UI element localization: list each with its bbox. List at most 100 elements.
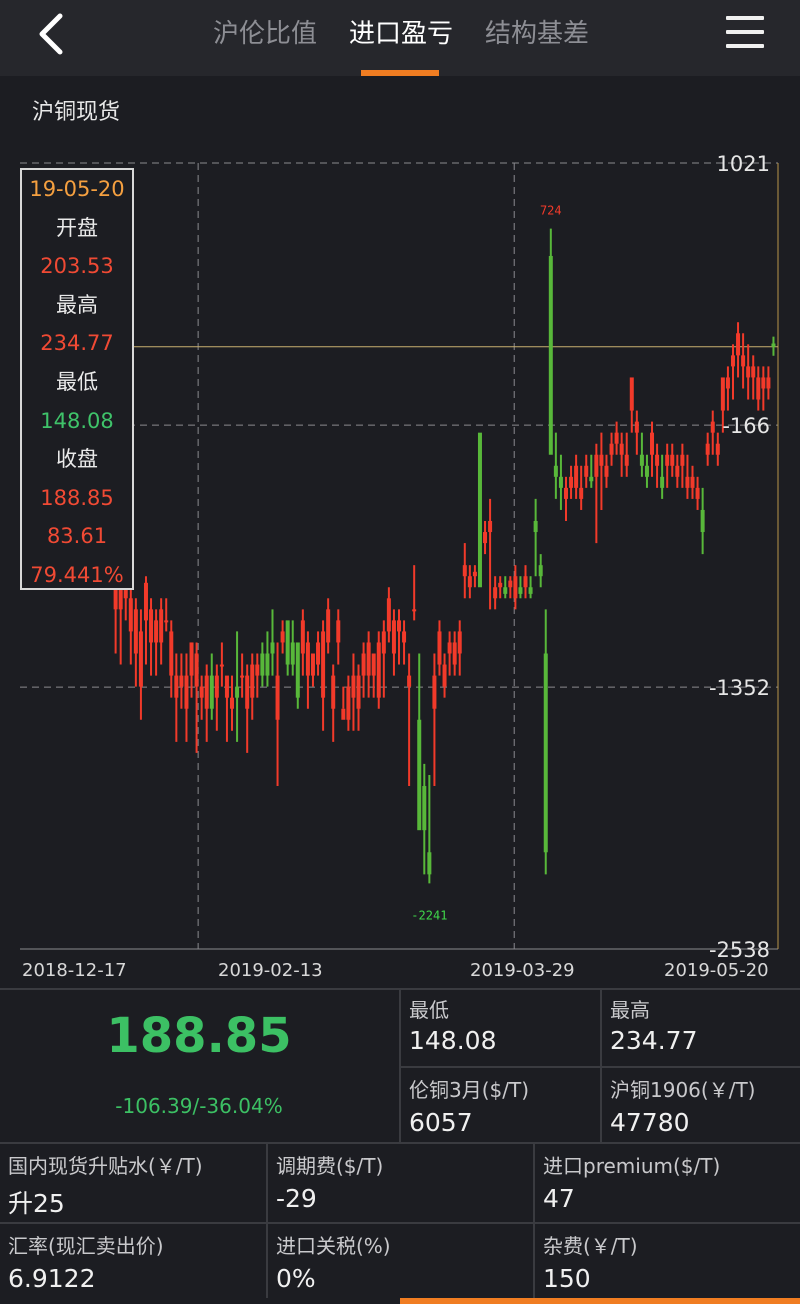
candle — [346, 675, 351, 731]
y-tick-label: -166 — [722, 414, 770, 438]
candle-body — [614, 432, 619, 444]
candle-body — [159, 609, 164, 643]
candle — [174, 653, 179, 742]
candle — [523, 565, 528, 599]
candle — [417, 653, 422, 831]
candle-body — [214, 675, 219, 698]
candle — [189, 642, 194, 698]
bottom-accent-strip — [400, 1298, 800, 1304]
tab-shanghai-london-ratio[interactable]: 沪伦比值 — [213, 14, 317, 54]
candle — [584, 454, 589, 488]
candle-body — [624, 454, 629, 466]
candle — [467, 565, 472, 599]
candle — [665, 443, 670, 488]
detail-import-label: 进口premium($/T) — [543, 1154, 721, 1178]
candle — [503, 576, 508, 599]
detail-tom-value: -29 — [276, 1184, 317, 1213]
candle-body — [589, 476, 594, 482]
candle — [199, 675, 204, 720]
candle-body — [138, 631, 143, 687]
candle — [235, 631, 240, 742]
candle — [366, 631, 371, 698]
candle — [204, 664, 209, 742]
candle — [133, 598, 138, 687]
candle-body — [756, 377, 761, 400]
current-price: 188.85 — [106, 1008, 292, 1064]
detail-misc-value: 150 — [543, 1264, 591, 1293]
candle-body — [538, 565, 543, 577]
candle-body — [498, 582, 503, 588]
candle — [164, 598, 169, 632]
candle — [184, 653, 189, 742]
candle — [391, 609, 396, 676]
tab-structure-basis[interactable]: 结构基差 — [485, 14, 589, 54]
candle-body — [250, 664, 255, 698]
candle-body — [584, 465, 589, 477]
candle-body — [366, 642, 371, 676]
candle — [518, 576, 523, 599]
candle — [154, 609, 159, 676]
detail-fx: 汇率(现汇卖出价) 6.9122 — [0, 1222, 266, 1298]
candle — [376, 631, 381, 709]
candle — [751, 355, 756, 400]
candle — [710, 410, 715, 455]
candle-body — [508, 580, 513, 588]
candle-body — [270, 642, 275, 654]
candle-body — [660, 476, 665, 488]
info-open-label: 开盘 — [56, 215, 98, 240]
candle-body — [594, 454, 599, 477]
candle — [285, 620, 290, 676]
candle — [528, 576, 533, 599]
y-tick-label: -1352 — [709, 676, 770, 700]
candle — [594, 443, 599, 544]
candle — [725, 366, 730, 411]
candle-body — [336, 620, 341, 643]
candle — [761, 366, 766, 411]
candle-body — [316, 642, 321, 665]
candle-body — [230, 697, 235, 709]
candle-body — [417, 719, 422, 831]
candle-body — [209, 675, 214, 709]
candle-body — [548, 255, 553, 455]
info-close-label: 收盘 — [56, 447, 98, 472]
candle-body — [477, 432, 482, 588]
candle-body — [381, 631, 386, 654]
candle-body — [483, 532, 488, 544]
candle — [326, 598, 331, 654]
candle-body — [245, 675, 250, 709]
info-change-value: 83.61 — [46, 524, 108, 549]
candle — [700, 487, 705, 555]
candle-body — [680, 454, 685, 466]
back-arrow-icon[interactable] — [30, 10, 78, 58]
candle — [437, 620, 442, 676]
candle-body — [224, 675, 229, 698]
candle-body — [407, 675, 412, 687]
min-value-label: -2241 — [411, 908, 447, 922]
candle — [245, 664, 250, 753]
stat-shfe: 沪铜1906(￥/T) 47780 — [600, 1066, 800, 1144]
candle — [609, 432, 614, 466]
stat-low-label: 最低 — [409, 998, 449, 1022]
candle — [483, 520, 488, 555]
candle-body — [164, 620, 169, 623]
candle-body — [558, 476, 563, 488]
candle-body — [300, 620, 305, 654]
candle-body — [265, 653, 270, 676]
y-tick-label: 1021 — [717, 152, 770, 176]
tab-import-profit-loss[interactable]: 进口盈亏 — [349, 14, 453, 54]
detail-premium: 国内现货升贴水(￥/T) 升25 — [0, 1144, 266, 1222]
candle-body — [341, 708, 346, 720]
candle-body — [766, 377, 771, 389]
candle — [219, 642, 224, 687]
candle — [675, 454, 680, 488]
stat-high: 最高 234.77 — [600, 988, 800, 1066]
info-date: 19-05-20 — [29, 177, 125, 201]
candle — [563, 476, 568, 521]
candle-body — [326, 609, 331, 643]
candle-body — [169, 631, 174, 676]
candle-body — [452, 642, 457, 665]
candle — [457, 620, 462, 676]
candle-body — [295, 642, 300, 698]
candle — [746, 344, 751, 400]
menu-icon[interactable] — [726, 16, 764, 50]
